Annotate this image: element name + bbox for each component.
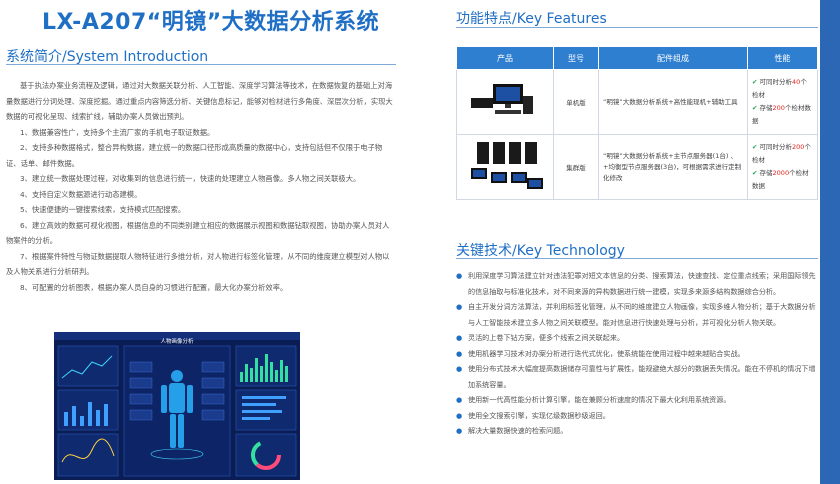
intro-point-5: 5、快速便捷的一键搜索线索，支持模式匹配搜索。 [20, 205, 186, 214]
list-item: ● 使用全文搜索引擎，实现亿级数据秒级返回。 [456, 408, 820, 424]
intro-paragraph: 基于执法办案业务流程及逻辑，通过对大数据关联分析、人工智能、深度学习算法等技术，… [6, 81, 393, 121]
model-cluster: 集群版 [553, 134, 599, 200]
check-icon: ✔ [752, 78, 758, 86]
features-title: 功能特点/Key Features [456, 11, 607, 27]
table-row: 集群版 “明镜”大数据分析系统+主节点服务器(1台) 、+均衡型节点服务器(3台… [456, 134, 818, 200]
intro-point-4: 4、支持自定义数据源进行动态建模。 [20, 189, 142, 199]
check-icon: ✔ [752, 143, 758, 151]
dashboard-illustration: 人物画像分析 [54, 332, 300, 480]
bullet-icon: ● [456, 302, 463, 311]
intro-point-6: 6、建立高效的数据可视化视图，根据信息的不同类别建立相应的数据展示视图和数据钻取… [6, 220, 390, 246]
workstation-icon [471, 84, 533, 114]
config-cluster: “明镜”大数据分析系统+主节点服务器(1台) 、+均衡型节点服务器(3台)，可根… [598, 134, 748, 200]
table-header-row: 产品 型号 配件组成 性能 [456, 46, 818, 70]
divider [6, 64, 396, 65]
config-standalone: “明镜”大数据分析系统+高性能现机+辅助工具 [598, 69, 748, 135]
intro-text: 基于执法办案业务流程及逻辑，通过对大数据关联分析、人工智能、深度学习算法等技术，… [6, 78, 394, 295]
features-table: 产品 型号 配件组成 性能 单机版 “明镜”大数据分析系统+高性能现机+辅助工具… [456, 46, 818, 200]
perf-cluster: ✔ 可同时分析200个检材 ✔ 存储2000个检材数据 [747, 134, 818, 200]
list-item: ● 使用机器学习技术对办案分析进行迭代式优化，使系统能在使用过程中越来越贴合实战。 [456, 346, 820, 362]
bullet-icon: ● [456, 395, 463, 404]
col-config: 配件组成 [598, 46, 748, 70]
col-perf: 性能 [747, 46, 818, 70]
side-band [820, 0, 840, 484]
list-item: ● 使用分布式技术大幅度提高数据储存可靠性与扩展性，能规避绝大部分的数据丢失情况。… [456, 361, 820, 392]
divider [456, 27, 818, 28]
bullet-icon: ● [456, 271, 463, 280]
intro-point-2: 2、支持多种数据格式，整合异构数据，建立统一的数据口径形成高质量的数据中心，支持… [6, 143, 383, 168]
perf-line: ✔ 存储2000个检材数据 [752, 169, 809, 190]
intro-point-7: 7、根据案件特性与物证数据提取人物特征进行多维分析，对人物进行标签化管理，从不同… [6, 251, 390, 277]
key-tech-title: 关键技术/Key Technology [456, 243, 625, 259]
col-model: 型号 [553, 46, 599, 70]
product-image-standalone [456, 69, 554, 135]
list-item: ● 自主开发分词方法算法，并利用标签化管理，从不同的维度建立人物画像，实现多维人物… [456, 299, 820, 330]
table-row: 单机版 “明镜”大数据分析系统+高性能现机+辅助工具 ✔ 可同时分析40个检材 … [456, 69, 818, 135]
perf-line: ✔ 可同时分析40个检材 [752, 78, 807, 99]
bullet-icon: ● [456, 348, 463, 358]
intro-point-8: 8、可配置的分析图表，根据办案人员自身的习惯进行配置，最大化办案分析效率。 [20, 282, 288, 292]
model-standalone: 单机版 [553, 69, 599, 135]
intro-title: 系统简介/System Introduction [6, 49, 209, 65]
check-icon: ✔ [752, 104, 758, 112]
dashboard-screenshot: 人物画像分析 [54, 332, 300, 480]
list-item: ● 解决大量数据快速的检索问题。 [456, 423, 820, 439]
key-tech-list: ● 利用深度学习算法建立针对违法犯罪对短文本信息的分类、搜索算法，快速查找、定位重… [456, 268, 820, 439]
check-icon: ✔ [752, 169, 758, 177]
perf-line: ✔ 存储200个检材数据 [752, 104, 811, 125]
intro-point-3: 3、建立统一数据处理过程，对收集到的信息进行统一，快速的处理建立人物画像。多人物… [20, 174, 361, 183]
server-cluster-icon [471, 142, 543, 189]
bullet-icon: ● [456, 426, 463, 435]
perf-standalone: ✔ 可同时分析40个检材 ✔ 存储200个检材数据 [747, 69, 818, 135]
perf-line: ✔ 可同时分析200个检材 [752, 143, 811, 164]
bullet-icon: ● [456, 364, 463, 373]
bullet-icon: ● [456, 410, 463, 420]
main-title: LX-A207“明镜”大数据分析系统 [42, 10, 380, 35]
bullet-icon: ● [456, 333, 463, 342]
col-product: 产品 [456, 46, 554, 70]
intro-point-1: 1、数据兼容性广，支持多个主流厂家的手机电子取证数据。 [20, 127, 215, 137]
dashboard-title: 人物画像分析 [160, 337, 194, 345]
divider [456, 258, 818, 259]
list-item: ● 灵活的上卷下钻方案，便多个线索之间关联起来。 [456, 330, 820, 346]
list-item: ● 利用深度学习算法建立针对违法犯罪对短文本信息的分类、搜索算法，快速查找、定位重… [456, 268, 820, 299]
list-item: ● 使用新一代高性能分析计算引擎，能在兼顾分析速度的情况下最大化利用系统资源。 [456, 392, 820, 408]
product-image-cluster [456, 134, 554, 200]
